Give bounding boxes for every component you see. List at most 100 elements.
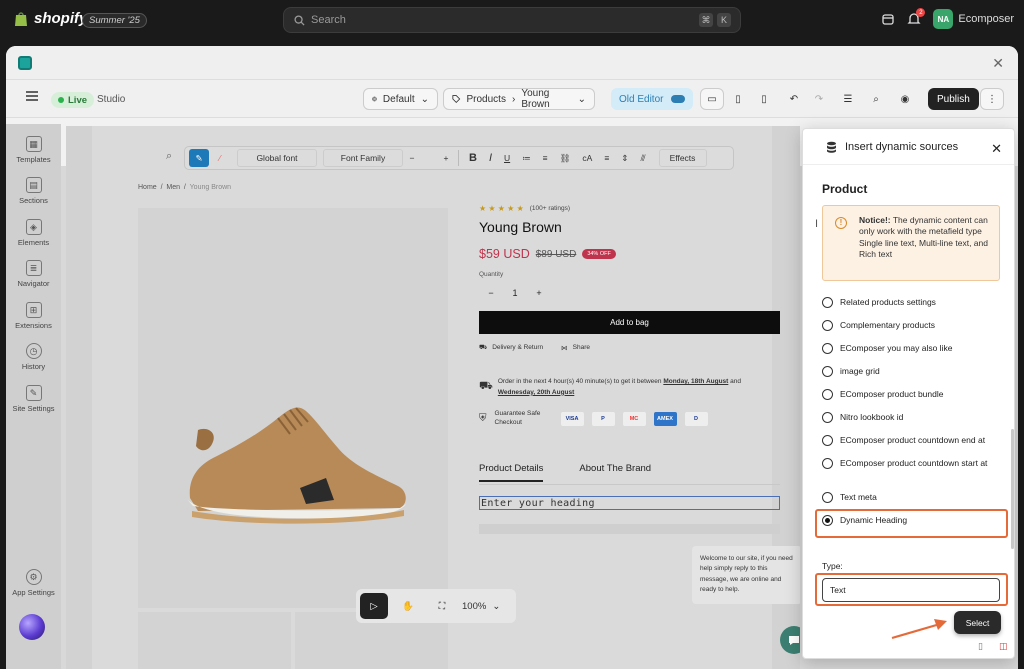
line-height-icon[interactable]: ⇕: [616, 149, 633, 167]
publish-button[interactable]: Publish: [928, 88, 979, 110]
option-complementary-products[interactable]: Complementary products: [822, 320, 935, 331]
tab-about-brand[interactable]: About The Brand: [579, 463, 651, 482]
sidebar-item-site-settings[interactable]: ✎ Site Settings: [6, 385, 61, 413]
tab-product-details[interactable]: Product Details: [479, 463, 544, 482]
effects-button[interactable]: Effects: [658, 149, 707, 167]
template-select[interactable]: Default ⌄: [363, 88, 438, 110]
info-icon: !: [835, 217, 847, 229]
more-options-icon[interactable]: ⋮: [980, 88, 1004, 110]
desktop-view-icon[interactable]: ▭: [700, 88, 724, 110]
option-text-meta[interactable]: Text meta: [822, 492, 877, 503]
share-link[interactable]: ⋈ Share: [561, 344, 590, 352]
delivery-link[interactable]: ⛟ Delivery & Return: [479, 343, 543, 352]
fit-screen-icon[interactable]: ⛶: [428, 593, 456, 619]
qty-value[interactable]: 1: [512, 288, 517, 298]
clear-format-icon[interactable]: ⁄: [211, 149, 229, 167]
bullet-list-icon[interactable]: ≡: [538, 149, 553, 167]
hamburger-menu-icon[interactable]: [26, 91, 38, 101]
editor-canvas[interactable]: Home / Men / Young Brown ★ ★ ★ ★ ★ (100+ …: [66, 126, 800, 669]
guarantee-text: Guarantee Safe Checkout: [494, 410, 541, 426]
assistant-avatar[interactable]: [19, 614, 45, 640]
option-countdown-end-at[interactable]: EComposer product countdown end at: [822, 435, 985, 446]
book-icon[interactable]: ▯: [978, 641, 983, 652]
panel-scrollbar[interactable]: [1011, 169, 1014, 649]
text-editor-toolbar: ✎ ⁄ Global font Font Family − + B I U ≔ …: [184, 146, 734, 170]
mobile-view-icon[interactable]: ▯: [752, 88, 776, 110]
dynamic-heading-element[interactable]: Enter your heading: [479, 496, 780, 510]
account-menu[interactable]: NA Ecomposer: [933, 9, 1014, 29]
sidebar-item-sections[interactable]: ▤ Sections: [6, 177, 61, 205]
sidebar-item-templates[interactable]: ▦ Templates: [6, 136, 61, 164]
quantity-label: Quantity: [479, 271, 504, 278]
font-family-select[interactable]: Font Family: [323, 149, 403, 167]
eye-icon[interactable]: ◉: [893, 88, 917, 110]
amex-icon: AMEX: [653, 411, 677, 426]
sidebar-item-history[interactable]: ◷ History: [6, 343, 61, 371]
shopify-logo[interactable]: shopify: [14, 10, 87, 27]
letter-spacing-icon[interactable]: ⫻: [635, 149, 650, 167]
close-panel-icon[interactable]: ✕: [991, 141, 1002, 157]
select-button[interactable]: Select: [954, 611, 1001, 634]
link-icon[interactable]: ⛓: [555, 149, 576, 167]
chat-button[interactable]: 1: [780, 626, 800, 654]
page-breadcrumb-select[interactable]: Products › Young Brown ⌄: [443, 88, 595, 110]
preview-search-icon[interactable]: ⌕: [864, 88, 888, 110]
close-window-icon[interactable]: ✕: [992, 55, 1004, 72]
notice-box: ! Notice!: The dynamic content can only …: [822, 205, 1000, 281]
shopify-bag-icon: [15, 11, 27, 26]
qty-plus-button[interactable]: +: [536, 288, 541, 298]
bold-button[interactable]: B: [464, 149, 482, 167]
tablet-view-icon[interactable]: ▯: [726, 88, 750, 110]
add-to-bag-button[interactable]: Add to bag: [479, 311, 780, 334]
store-icon[interactable]: [881, 12, 895, 26]
sale-price: $59 USD: [479, 247, 530, 261]
option-countdown-start-at[interactable]: EComposer product countdown start at: [822, 458, 992, 469]
canvas-search-icon[interactable]: ⌕: [166, 150, 172, 163]
chevron-down-icon[interactable]: ⌄: [492, 601, 500, 612]
shield-icon: ⛨: [479, 413, 487, 425]
font-size-decrease[interactable]: −: [405, 149, 419, 167]
option-you-may-also-like[interactable]: EComposer you may also like: [822, 343, 952, 354]
dynamic-source-icon[interactable]: ✎: [189, 149, 209, 167]
select-cursor-icon[interactable]: ▷: [360, 593, 388, 619]
font-size-increase[interactable]: +: [439, 149, 453, 167]
option-related-products-settings[interactable]: Related products settings: [822, 297, 936, 308]
chevron-down-icon: ⌄: [420, 93, 429, 105]
notifications-button[interactable]: 2: [907, 8, 926, 26]
text-case-button[interactable]: cA: [577, 149, 597, 167]
delivery-share-row: ⛟ Delivery & Return ⋈ Share: [479, 343, 789, 352]
insert-dynamic-sources-panel: Insert dynamic sources ✕ Product ! Notic…: [802, 128, 1015, 659]
settings-sliders-icon[interactable]: ☰: [836, 88, 860, 110]
ordered-list-icon[interactable]: ≔: [517, 149, 536, 167]
ecomposer-logo-icon[interactable]: ◫: [999, 641, 1008, 652]
panel-title: Insert dynamic sources: [845, 140, 959, 153]
sidebar-item-elements[interactable]: ◈ Elements: [6, 219, 61, 247]
option-image-grid[interactable]: image grid: [822, 366, 880, 377]
option-product-bundle[interactable]: EComposer product bundle: [822, 389, 943, 400]
mastercard-icon: MC: [622, 411, 646, 426]
old-editor-toggle[interactable]: Old Editor: [611, 88, 694, 110]
sidebar-item-extensions[interactable]: ⊞ Extensions: [6, 302, 61, 330]
underline-button[interactable]: U: [499, 149, 515, 167]
database-icon: [827, 141, 836, 153]
undo-icon[interactable]: ↶: [782, 88, 806, 110]
align-icon[interactable]: ≡: [599, 149, 614, 167]
sidebar-item-navigator[interactable]: ≣ Navigator: [6, 260, 61, 288]
elements-icon: ◈: [25, 219, 42, 235]
global-font-select[interactable]: Global font: [237, 149, 317, 167]
product-info: ★ ★ ★ ★ ★ (100+ ratings) Young Brown $59 …: [479, 204, 789, 427]
breadcrumb-item: Young Brown: [521, 88, 550, 110]
redo-icon[interactable]: ↷: [807, 88, 831, 110]
kbd-k: K: [717, 13, 731, 27]
notification-count: 2: [916, 8, 926, 17]
qty-minus-button[interactable]: −: [488, 288, 493, 298]
product-page-preview: Home / Men / Young Brown ★ ★ ★ ★ ★ (100+ …: [92, 126, 800, 669]
search-bar[interactable]: Search ⌘ K: [283, 7, 741, 33]
zoom-level[interactable]: 100%: [462, 601, 486, 612]
sidebar-item-app-settings[interactable]: ⚙ App Settings: [6, 569, 61, 597]
discount-badge: 34% OFF: [582, 249, 616, 259]
hand-pan-icon[interactable]: ✋: [394, 593, 422, 619]
quantity-stepper[interactable]: − 1 +: [479, 283, 551, 303]
option-nitro-lookbook-id[interactable]: Nitro lookbook id: [822, 412, 903, 423]
italic-button[interactable]: I: [484, 149, 497, 167]
